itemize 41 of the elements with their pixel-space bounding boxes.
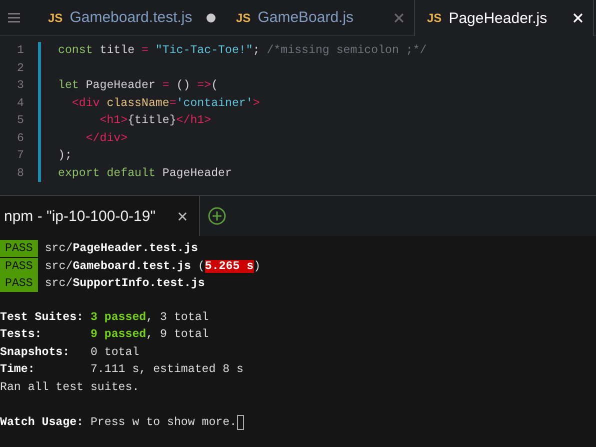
code-line: <h1>{title}</h1> [98,114,212,128]
tab-label: npm - "ip-10-100-0-19" [4,208,156,224]
terminal-line: Tests: 9 passed, 9 total [0,328,209,342]
status-badge: PASS [0,258,38,275]
code-line: export default PageHeader [58,166,232,180]
code-line: <div className='container'> [70,96,260,110]
editor-tab[interactable]: JS GameBoard.js [226,0,414,35]
terminal-line: Snapshots: 0 total [0,346,140,359]
test-file: src/SupportInfo.test.js [44,277,205,290]
code-line: const title = "Tic-Tac-Toe!"; /*missing semicolon ;*/ [58,44,427,58]
code-line: ); [58,149,72,162]
line-number: 1 [16,44,24,58]
js-file-icon: JS [236,10,251,24]
terminal-line: Time: 7.111 s, estimated 8 s [0,363,244,376]
terminal-line: Test Suites: 3 passed, 3 total [0,310,209,324]
js-file-icon: JS [427,11,442,25]
terminal-line: Watch Usage: Press w to show more. [0,416,237,429]
editor-tab[interactable]: JS Gameboard.test.js [38,0,226,35]
close-icon[interactable] [178,212,187,220]
tab-label: GameBoard.js [258,9,355,26]
code-line: </div> [84,132,128,145]
code-line: let PageHeader = () =>( [58,79,218,92]
terminal-line: Ran all test suites. [0,380,140,394]
line-number: 6 [16,132,24,145]
test-file: src/PageHeader.test.js [44,242,198,256]
line-number: 5 [16,114,24,128]
line-number: 3 [16,79,24,92]
status-badge: PASS [0,240,38,258]
terminal-tab[interactable]: npm - "ip-10-100-0-19" [0,196,200,236]
line-number: 2 [16,62,24,75]
tab-label: PageHeader.js [448,10,548,26]
line-number: 8 [16,166,24,180]
js-file-icon: JS [48,10,63,24]
status-badge: PASS [0,275,38,292]
line-number: 4 [16,96,24,110]
editor-tab[interactable]: JS PageHeader.js [414,0,594,36]
menu-icon[interactable] [8,12,20,22]
line-number: 7 [16,149,24,162]
tab-label: Gameboard.test.js [70,9,194,26]
add-icon[interactable] [208,207,226,225]
test-file: src/Gameboard.test.js (5.265 s) [44,260,261,273]
